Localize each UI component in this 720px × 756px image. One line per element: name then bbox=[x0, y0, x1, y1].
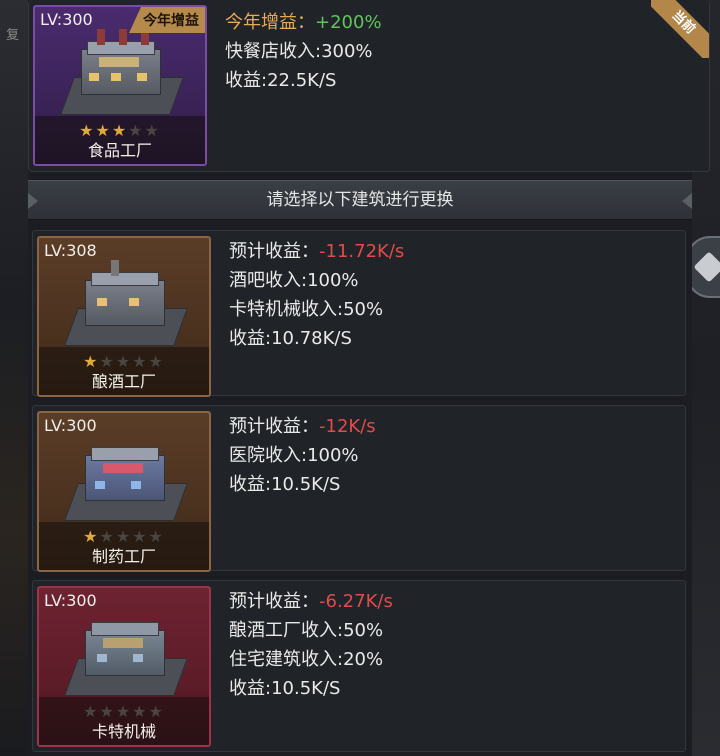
forecast-value: -12K/s bbox=[319, 416, 376, 437]
level-label: LV:300 bbox=[40, 10, 93, 29]
level-label: LV:300 bbox=[44, 416, 97, 435]
income-line: 收益:10.78K/S bbox=[229, 328, 352, 349]
option-info: 预计收益：-6.27K/s 酿酒工厂收入:50% 住宅建筑收入:20% 收益:1… bbox=[229, 587, 393, 703]
income-line: 收益:22.5K/S bbox=[225, 70, 337, 91]
cube-icon bbox=[693, 251, 720, 283]
option-card-pharma[interactable]: LV:300 ★★★★★ 制药工厂 预计收益：-12K/s 医院收入:100% … bbox=[32, 405, 686, 572]
income-bonus-line: 酿酒工厂收入:50% bbox=[229, 620, 384, 641]
current-ribbon: 当前 bbox=[651, 0, 709, 58]
option-card-brewery[interactable]: LV:308 ★★★★★ 酿酒工厂 预计收益：-11.72K/s 酒吧收入:10… bbox=[32, 230, 686, 397]
forecast-value: -11.72K/s bbox=[319, 241, 405, 262]
option-info: 预计收益：-11.72K/s 酒吧收入:100% 卡特机械收入:50% 收益:1… bbox=[229, 237, 404, 353]
building-name: 食品工厂 bbox=[87, 141, 152, 160]
food-factory-illustration bbox=[60, 29, 184, 117]
current-building-info: 今年增益：+200% 快餐店收入:300% 收益:22.5K/S bbox=[225, 8, 382, 95]
option-card-carter[interactable]: LV:300 ★★★★★ 卡特机械 预计收益：-6.27K/s 酿酒工厂收入:5… bbox=[32, 580, 686, 752]
forecast-value: -6.27K/s bbox=[319, 591, 393, 612]
income-bonus-line: 医院收入:100% bbox=[229, 445, 359, 466]
forecast-line: 预计收益：-6.27K/s bbox=[229, 591, 393, 612]
income-bonus-line: 酒吧收入:100% bbox=[229, 270, 359, 291]
current-building-card: LV:300 今年增益 ★★★★★ 食品工厂 今年增益：+200% 快餐店收入:… bbox=[28, 0, 710, 172]
annual-bonus-tag: 今年增益 bbox=[129, 7, 205, 33]
option-thumbnail[interactable]: LV:300 ★★★★★ 卡特机械 bbox=[37, 586, 211, 747]
level-label: LV:308 bbox=[44, 241, 97, 260]
background-label: 复 bbox=[6, 28, 20, 43]
forecast-line: 预计收益：-12K/s bbox=[229, 416, 376, 437]
building-swap-panel: LV:300 今年增益 ★★★★★ 食品工厂 今年增益：+200% 快餐店收入:… bbox=[28, 0, 710, 756]
annual-bonus-value: +200% bbox=[315, 12, 382, 33]
background-city-left bbox=[0, 0, 28, 756]
income-bonus-line: 快餐店收入:300% bbox=[225, 41, 373, 62]
pharma-factory-illustration bbox=[64, 443, 188, 523]
income-line: 收益:10.5K/S bbox=[229, 474, 341, 495]
option-thumbnail[interactable]: LV:300 ★★★★★ 制药工厂 bbox=[37, 411, 211, 572]
annual-bonus-line: 今年增益：+200% bbox=[225, 12, 382, 33]
select-prompt-bar: 请选择以下建筑进行更换 bbox=[28, 180, 692, 220]
income-bonus-line: 卡特机械收入:50% bbox=[229, 299, 384, 320]
income-bonus-line: 住宅建筑收入:20% bbox=[229, 649, 384, 670]
building-name: 制药工厂 bbox=[91, 547, 156, 566]
building-name: 卡特机械 bbox=[91, 722, 156, 741]
option-info: 预计收益：-12K/s 医院收入:100% 收益:10.5K/S bbox=[229, 412, 376, 499]
option-thumbnail[interactable]: LV:308 ★★★★★ 酿酒工厂 bbox=[37, 236, 211, 397]
carter-machinery-illustration bbox=[64, 618, 188, 698]
level-label: LV:300 bbox=[44, 591, 97, 610]
forecast-line: 预计收益：-11.72K/s bbox=[229, 241, 405, 262]
income-line: 收益:10.5K/S bbox=[229, 678, 341, 699]
current-building-thumbnail[interactable]: LV:300 今年增益 ★★★★★ 食品工厂 bbox=[33, 5, 207, 166]
brewery-illustration bbox=[64, 260, 188, 348]
building-name: 酿酒工厂 bbox=[91, 372, 156, 391]
